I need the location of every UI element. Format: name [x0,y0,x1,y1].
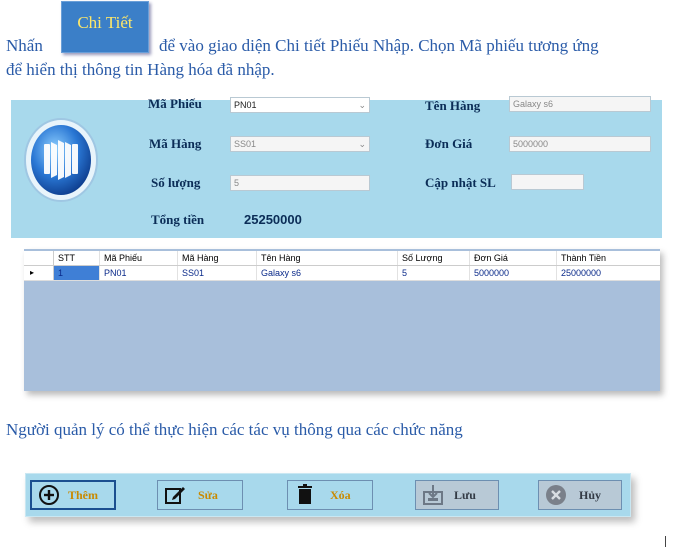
ma-hang-value: SS01 [234,139,257,149]
ma-hang-label: Mã Hàng [149,136,202,151]
intro-text-part2: để vào giao diện Chi tiết Phiếu Nhập. Ch… [159,36,599,55]
column-header-so-luong[interactable]: Số Lượng [398,251,470,265]
intro-text-line2: để hiển thị thông tin Hàng hóa đã nhập. [6,60,275,79]
edit-icon [165,487,185,504]
tong-tien-label: Tổng tiền [151,212,205,227]
cell-thanh-tien[interactable]: 25000000 [557,266,660,280]
chevron-down-icon: ⌄ [358,139,366,149]
accordion-icon [24,118,98,202]
ten-hang-field[interactable]: Galaxy s6 [509,96,651,112]
so-luong-label: Số lượng [151,175,201,190]
chi-tiet-button[interactable]: Chi Tiết [61,1,149,53]
cap-nhat-sl-field[interactable] [511,174,584,190]
column-header-don-gia[interactable]: Đơn Giá [470,251,557,265]
so-luong-field[interactable]: 5 [230,175,370,191]
huy-button[interactable]: Hủy [538,480,622,510]
sua-button[interactable]: Sửa [157,480,243,510]
grid-header-row: STT Mã Phiếu Mã Hàng Tên Hàng Số Lượng Đ… [24,251,660,266]
them-label: Thêm [68,487,98,502]
row-selector[interactable]: ▸ [24,266,54,280]
cap-nhat-sl-label: Cập nhật SL [425,175,496,190]
intro-text-part1: Nhấn [6,36,43,55]
so-luong-value: 5 [234,178,240,188]
ma-phieu-label: Mã Phiếu [148,96,202,111]
cell-ma-phieu[interactable]: PN01 [100,266,178,280]
column-header-thanh-tien[interactable]: Thành Tiền [557,251,660,265]
detail-form-panel: Mã Phiếu PN01 ⌄ Tên Hàng Galaxy s6 Mã Hà… [11,96,662,238]
don-gia-label: Đơn Giá [425,136,473,151]
huy-label: Hủy [579,487,602,502]
save-icon [423,485,443,505]
chi-tiet-label: Chi Tiết [77,13,133,32]
ma-hang-select[interactable]: SS01 ⌄ [230,136,370,152]
table-row[interactable]: ▸ 1 PN01 SS01 Galaxy s6 5 5000000 250000… [24,266,660,281]
outro-text: Người quản lý có thể thực hiện các tác v… [6,420,463,439]
add-circle-icon [39,485,59,505]
row-header-corner [24,251,54,265]
column-header-ma-hang[interactable]: Mã Hàng [178,251,257,265]
don-gia-value: 5000000 [513,139,549,149]
text-cursor-mark [665,536,666,547]
ten-hang-value: Galaxy s6 [513,99,554,109]
trash-icon [298,484,312,504]
cell-so-luong[interactable]: 5 [398,266,470,280]
tong-tien-value: 25250000 [244,212,302,227]
luu-button[interactable]: Lưu [415,480,499,510]
action-toolbar: Thêm Sửa Xóa Lưu Hủy [25,473,631,517]
ma-phieu-select[interactable]: PN01 ⌄ [230,97,370,113]
xoa-label: Xóa [330,487,351,502]
column-header-stt[interactable]: STT [54,251,100,265]
xoa-button[interactable]: Xóa [287,480,373,510]
chevron-down-icon: ⌄ [358,100,366,110]
ten-hang-label: Tên Hàng [425,98,481,113]
cell-ten-hang[interactable]: Galaxy s6 [257,266,398,280]
column-header-ten-hang[interactable]: Tên Hàng [257,251,398,265]
cancel-icon [546,485,566,505]
column-header-ma-phieu[interactable]: Mã Phiếu [100,251,178,265]
cell-don-gia[interactable]: 5000000 [470,266,557,280]
ma-phieu-value: PN01 [234,100,257,110]
sua-label: Sửa [198,487,218,502]
luu-label: Lưu [454,487,476,502]
cell-stt[interactable]: 1 [54,266,100,280]
don-gia-field[interactable]: 5000000 [509,136,651,152]
them-button[interactable]: Thêm [30,480,116,510]
cell-ma-hang[interactable]: SS01 [178,266,257,280]
detail-data-grid: STT Mã Phiếu Mã Hàng Tên Hàng Số Lượng Đ… [24,249,660,391]
row-indicator-icon: ▸ [30,268,35,277]
